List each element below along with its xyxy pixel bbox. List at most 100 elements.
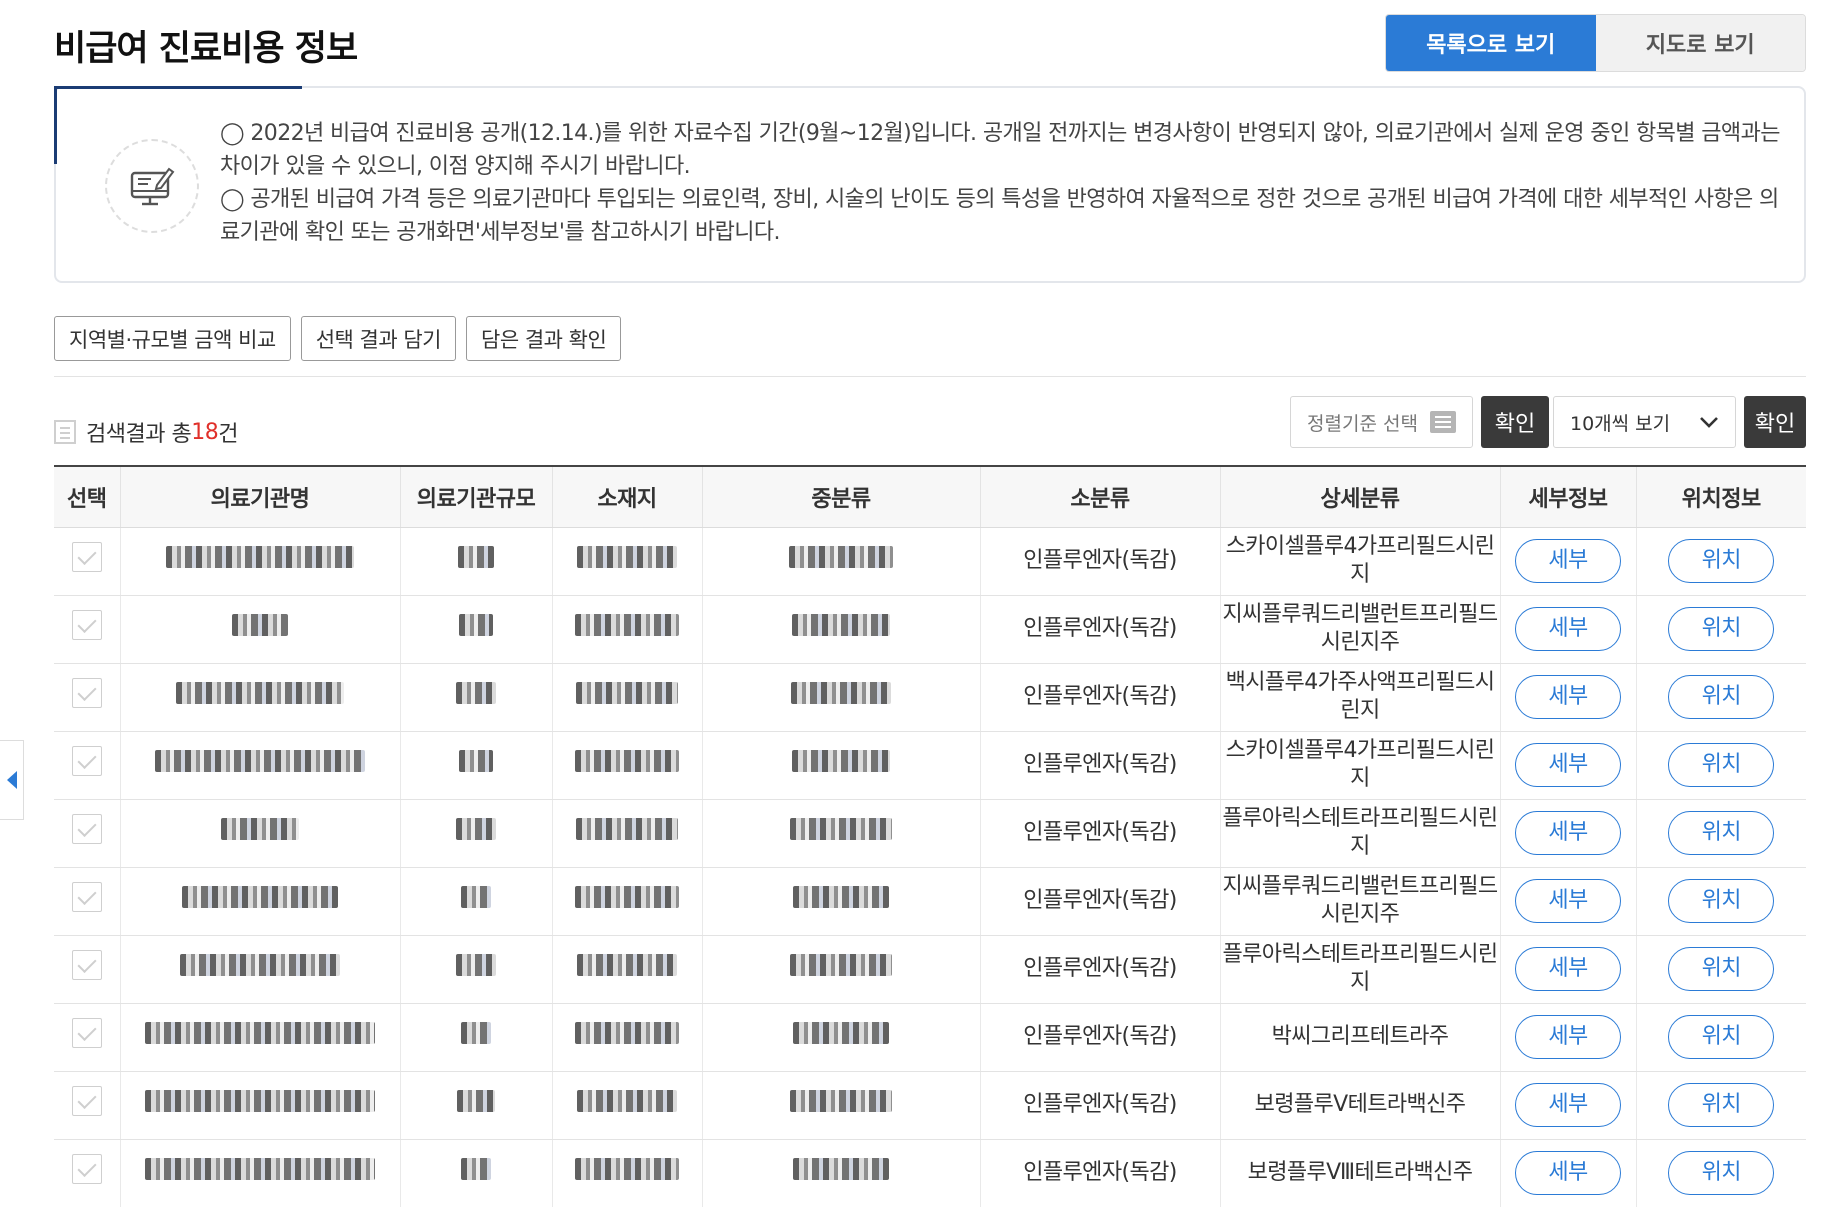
sub-category-cell: 인플루엔자(독감) (980, 1071, 1221, 1140)
detail-category-cell: 박씨그리프테트라주 (1220, 1003, 1501, 1072)
result-count: 18 (191, 419, 219, 445)
row-checkbox[interactable] (71, 542, 102, 572)
redacted-address (576, 682, 678, 704)
detail-category-cell: 보령플루Ⅴ테트라백신주 (1220, 1071, 1501, 1140)
row-checkbox[interactable] (71, 1086, 102, 1116)
detail-button[interactable]: 세부 (1515, 1083, 1621, 1127)
header-location: 소재지 (552, 467, 703, 528)
redacted-mid-category (789, 546, 893, 568)
sort-confirm-button[interactable]: 확인 (1481, 396, 1549, 448)
sub-category-cell: 인플루엔자(독감) (980, 1139, 1221, 1207)
redacted-institution-name (166, 546, 354, 568)
redacted-scale (456, 954, 496, 976)
redacted-scale (459, 614, 493, 636)
row-checkbox[interactable] (71, 678, 102, 708)
row-checkbox[interactable] (71, 610, 102, 640)
sort-select[interactable]: 정렬기준 선택 (1290, 396, 1473, 448)
table-header-row: 선택 의료기관명 의료기관규모 소재지 중분류 소분류 상세분류 세부정보 위치… (54, 467, 1806, 528)
detail-category-cell: 스카이셀플루4가프리필드시린지 (1220, 731, 1501, 800)
redacted-address (575, 1158, 679, 1180)
sub-category-cell: 인플루엔자(독감) (980, 663, 1221, 732)
notice-line-2: ◯ 공개된 비급여 가격 등은 의료기관마다 투입되는 의료인력, 장비, 시술… (220, 187, 1779, 245)
redacted-mid-category (793, 1158, 889, 1180)
map-view-button[interactable]: 지도로 보기 (1595, 15, 1805, 71)
region-compare-button[interactable]: 지역별·규모별 금액 비교 (54, 316, 291, 361)
detail-button[interactable]: 세부 (1515, 675, 1621, 719)
location-button[interactable]: 위치 (1668, 607, 1775, 651)
view-saved-button[interactable]: 담은 결과 확인 (466, 316, 622, 361)
table-row: 인플루엔자(독감) 백시플루4가주사액프리필드시린지 세부 위치 (54, 663, 1806, 732)
caret-left-icon (6, 771, 17, 789)
redacted-scale (461, 1158, 491, 1180)
sub-category-cell: 인플루엔자(독감) (980, 799, 1221, 868)
redacted-mid-category (790, 818, 892, 840)
detail-button[interactable]: 세부 (1515, 539, 1621, 583)
per-page-select[interactable]: 10개씩 보기 (1553, 396, 1736, 448)
header-detail-info: 세부정보 (1500, 467, 1637, 528)
table-row: 인플루엔자(독감) 스카이셀플루4가프리필드시린지 세부 위치 (54, 527, 1806, 596)
row-checkbox[interactable] (71, 1018, 102, 1048)
sort-select-label: 정렬기준 선택 (1307, 412, 1418, 435)
row-checkbox[interactable] (71, 746, 102, 776)
detail-button[interactable]: 세부 (1515, 811, 1621, 855)
detail-button[interactable]: 세부 (1515, 1151, 1621, 1195)
detail-category-cell: 백시플루4가주사액프리필드시린지 (1220, 663, 1501, 732)
location-button[interactable]: 위치 (1668, 947, 1775, 991)
redacted-address (576, 818, 678, 840)
redacted-mid-category (790, 954, 892, 976)
redacted-scale (458, 546, 494, 568)
redacted-mid-category (792, 614, 890, 636)
location-button[interactable]: 위치 (1668, 879, 1775, 923)
monitor-edit-icon (105, 139, 199, 233)
sub-category-cell: 인플루엔자(독감) (980, 867, 1221, 936)
per-page-confirm-button[interactable]: 확인 (1744, 396, 1806, 448)
table-row: 인플루엔자(독감) 보령플루Ⅴ테트라백신주 세부 위치 (54, 1071, 1806, 1140)
redacted-address (575, 750, 679, 772)
detail-button[interactable]: 세부 (1515, 1015, 1621, 1059)
header-select: 선택 (54, 467, 121, 528)
side-panel-toggle[interactable] (0, 740, 24, 820)
redacted-address (577, 954, 677, 976)
location-button[interactable]: 위치 (1668, 539, 1775, 583)
location-button[interactable]: 위치 (1668, 743, 1775, 787)
notice-accent (54, 86, 302, 89)
detail-category-cell: 플루아릭스테트라프리필드시린지 (1220, 799, 1501, 868)
action-buttons: 지역별·규모별 금액 비교 선택 결과 담기 담은 결과 확인 (54, 316, 622, 361)
row-checkbox[interactable] (71, 1154, 102, 1184)
redacted-scale (456, 818, 496, 840)
redacted-mid-category (790, 1090, 892, 1112)
redacted-scale (461, 1022, 491, 1044)
detail-button[interactable]: 세부 (1515, 743, 1621, 787)
save-selection-button[interactable]: 선택 결과 담기 (300, 316, 457, 361)
detail-category-cell: 보령플루Ⅷ테트라백신주 (1220, 1139, 1501, 1207)
detail-button[interactable]: 세부 (1515, 947, 1621, 991)
header-location-info: 위치정보 (1636, 467, 1806, 528)
table-row: 인플루엔자(독감) 박씨그리프테트라주 세부 위치 (54, 1003, 1806, 1072)
list-view-button[interactable]: 목록으로 보기 (1386, 15, 1596, 71)
redacted-institution-name (221, 818, 299, 840)
redacted-address (577, 546, 677, 568)
detail-button[interactable]: 세부 (1515, 879, 1621, 923)
row-checkbox[interactable] (71, 882, 102, 912)
redacted-institution-name (232, 614, 288, 636)
location-button[interactable]: 위치 (1668, 1083, 1775, 1127)
detail-category-cell: 지씨플루쿼드리밸런트프리필드시린지주 (1220, 595, 1501, 664)
location-button[interactable]: 위치 (1668, 1151, 1775, 1195)
header-sub-category: 소분류 (980, 467, 1221, 528)
header-institution: 의료기관명 (120, 467, 401, 528)
location-button[interactable]: 위치 (1668, 1015, 1775, 1059)
redacted-mid-category (793, 886, 889, 908)
row-checkbox[interactable] (71, 814, 102, 844)
location-button[interactable]: 위치 (1668, 811, 1775, 855)
row-checkbox[interactable] (71, 950, 102, 980)
redacted-scale (457, 1090, 495, 1112)
header-detail-category: 상세분류 (1220, 467, 1501, 528)
sub-category-cell: 인플루엔자(독감) (980, 527, 1221, 596)
sub-category-cell: 인플루엔자(독감) (980, 731, 1221, 800)
divider (54, 376, 1806, 377)
table-row: 인플루엔자(독감) 지씨플루쿼드리밸런트프리필드시린지주 세부 위치 (54, 867, 1806, 936)
sort-list-icon (1430, 411, 1456, 433)
location-button[interactable]: 위치 (1668, 675, 1775, 719)
detail-button[interactable]: 세부 (1515, 607, 1621, 651)
notice-line-1: ◯ 2022년 비급여 진료비용 공개(12.14.)를 위한 자료수집 기간(… (220, 121, 1780, 179)
